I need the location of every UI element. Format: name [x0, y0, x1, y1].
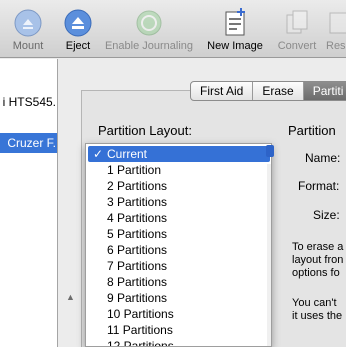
sidebar-resize-handle[interactable]: ▲ [66, 292, 75, 302]
partition-layout-menu: ✓ Current 1 Partition 2 Partitions 3 Partiti… [85, 143, 272, 347]
menu-item-label: 4 Partitions [107, 211, 168, 225]
menu-item-label: 9 Partitions [107, 291, 168, 305]
menu-item-label: 11 Partitions [107, 323, 173, 337]
menu-item-label: 2 Partitions [107, 179, 168, 193]
partition-info-heading: Partition [288, 123, 336, 138]
info-line: options fo [292, 267, 340, 279]
menu-item-1-partition[interactable]: 1 Partition [86, 162, 271, 178]
partition-warning: You can't it uses the [292, 297, 342, 323]
new-image-icon [225, 8, 245, 36]
mount-label: Mount [12, 40, 44, 52]
menu-item-label: 12 Partitions [107, 339, 174, 347]
tab-first-aid[interactable]: First Aid [191, 82, 254, 100]
info-line: You can't [292, 297, 337, 309]
format-label: Format: [298, 179, 340, 193]
size-label: Size: [313, 208, 340, 222]
mount-icon [14, 9, 42, 37]
menu-item-3-partitions[interactable]: 3 Partitions [86, 194, 271, 210]
info-line: it uses the [292, 310, 343, 322]
mount-button[interactable]: Mount [8, 8, 48, 52]
journaling-icon [136, 10, 162, 36]
menu-item-6-partitions[interactable]: 6 Partitions [86, 242, 271, 258]
menu-item-8-partitions[interactable]: 8 Partitions [86, 274, 271, 290]
resize-icon [329, 12, 346, 34]
resize-button[interactable]: Res [326, 8, 346, 52]
tab-erase[interactable]: Erase [253, 82, 304, 100]
popup-arrows-icon[interactable] [266, 145, 274, 157]
convert-icon [286, 10, 308, 34]
tab-bar: First Aid Erase Partiti [190, 81, 346, 101]
name-label: Name: [305, 151, 341, 165]
menu-item-12-partitions[interactable]: 12 Partitions [86, 338, 271, 347]
menu-item-4-partitions[interactable]: 4 Partitions [86, 210, 271, 226]
eject-icon [64, 9, 92, 37]
info-line: layout fron [292, 254, 344, 266]
menu-item-label: 10 Partitions [107, 307, 174, 321]
new-image-button[interactable]: New Image [204, 8, 266, 52]
menu-item-7-partitions[interactable]: 7 Partitions [86, 258, 271, 274]
disk-list: i HTS545. Cruzer F. [0, 59, 58, 347]
menu-item-label: Current [107, 147, 148, 161]
new-image-label: New Image [207, 40, 263, 52]
menu-item-label: 1 Partition [107, 163, 162, 177]
menu-item-label: 5 Partitions [107, 227, 168, 241]
menu-item-5-partitions[interactable]: 5 Partitions [86, 226, 271, 242]
menu-scrollbar[interactable] [267, 164, 271, 346]
disk-item-cruzer[interactable]: Cruzer F. [0, 133, 57, 153]
menu-item-label: 7 Partitions [107, 259, 168, 273]
menu-item-label: 8 Partitions [107, 275, 168, 289]
enable-journaling-label: Enable Journaling [104, 40, 194, 52]
info-line: To erase a [292, 241, 344, 253]
menu-item-label: 3 Partitions [107, 195, 168, 209]
checkmark-icon: ✓ [93, 147, 104, 161]
menu-item-2-partitions[interactable]: 2 Partitions [86, 178, 271, 194]
disk-label: Cruzer F. [7, 136, 56, 150]
eject-label: Eject [65, 40, 91, 52]
erase-instructions: To erase a layout fron options fo [292, 241, 343, 280]
menu-item-9-partitions[interactable]: 9 Partitions [86, 290, 271, 306]
menu-item-label: 6 Partitions [107, 243, 168, 257]
toolbar: Mount Eject Enable Journaling New Image [0, 0, 346, 58]
disk-label: i HTS545. [2, 95, 56, 109]
enable-journaling-button[interactable]: Enable Journaling [102, 8, 196, 52]
convert-label: Convert [277, 40, 317, 52]
tab-partition[interactable]: Partiti [303, 82, 346, 100]
disk-item-hts545[interactable]: i HTS545. [0, 92, 57, 112]
eject-button[interactable]: Eject [62, 8, 94, 52]
menu-item-11-partitions[interactable]: 11 Partitions [86, 322, 271, 338]
menu-item-current[interactable]: ✓ Current [88, 146, 270, 162]
menu-item-10-partitions[interactable]: 10 Partitions [86, 306, 271, 322]
resize-label: Res [326, 40, 346, 52]
partition-layout-heading: Partition Layout: [98, 123, 192, 138]
convert-button[interactable]: Convert [272, 8, 322, 52]
